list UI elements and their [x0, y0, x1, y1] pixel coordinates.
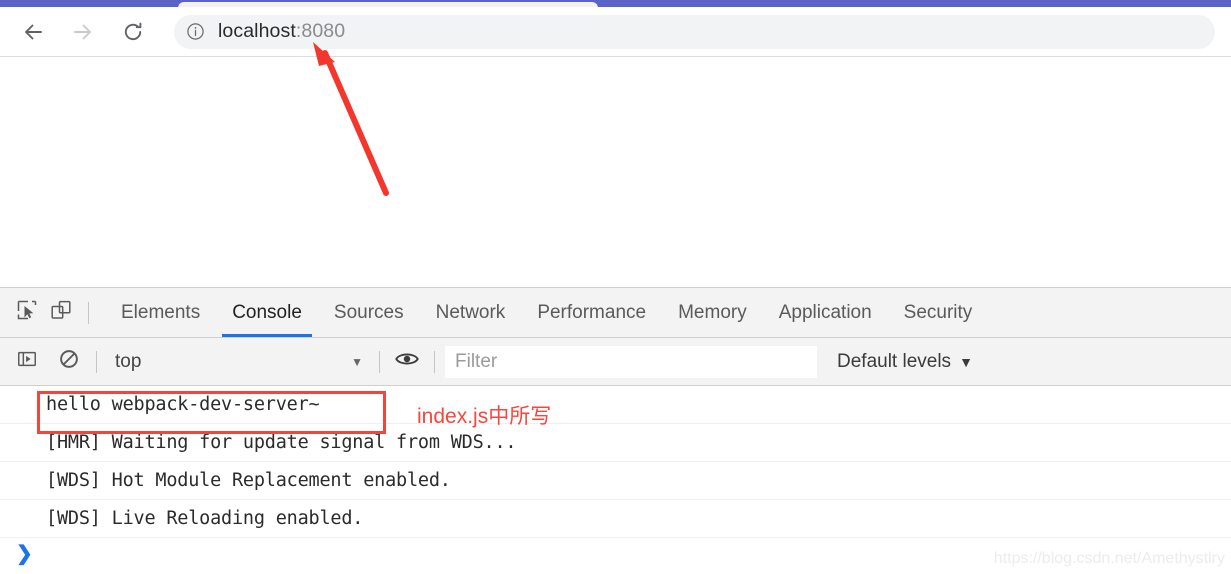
chevron-down-icon: ▼: [959, 353, 973, 370]
console-message-row[interactable]: [WDS] Hot Module Replacement enabled.: [0, 462, 1231, 500]
tab-security[interactable]: Security: [888, 288, 989, 337]
tab-sources[interactable]: Sources: [318, 288, 420, 337]
device-toolbar-button[interactable]: [44, 296, 78, 330]
console-message-row[interactable]: [HMR] Waiting for update signal from WDS…: [0, 424, 1231, 462]
tab-application[interactable]: Application: [763, 288, 888, 337]
devtools-tab-list: Elements Console Sources Network Perform…: [105, 288, 988, 337]
console-message-row[interactable]: [WDS] Live Reloading enabled.: [0, 500, 1231, 538]
back-arrow-icon: [21, 20, 45, 44]
watermark-text: https://blog.csdn.net/Amethystlry: [993, 550, 1225, 567]
log-levels-label: Default levels: [837, 350, 952, 372]
inspect-element-icon: [15, 298, 39, 327]
tab-label: Performance: [537, 301, 647, 323]
prompt-chevron-icon: ❯: [16, 543, 33, 565]
info-circle-icon[interactable]: [186, 22, 205, 41]
browser-tabstrip: [0, 0, 1231, 8]
forward-arrow-icon: [71, 20, 95, 44]
console-sidebar-icon: [16, 348, 38, 375]
console-message-list: hello webpack-dev-server~ [HMR] Waiting …: [0, 386, 1231, 570]
url-port: :8080: [295, 20, 346, 42]
device-toolbar-icon: [49, 298, 73, 327]
devtools-tabbar: Elements Console Sources Network Perform…: [0, 288, 1231, 338]
address-bar[interactable]: localhost:8080: [174, 14, 1215, 49]
tab-network[interactable]: Network: [420, 288, 522, 337]
console-message-text: [WDS] Live Reloading enabled.: [46, 508, 364, 529]
console-message-row[interactable]: hello webpack-dev-server~: [0, 386, 1231, 424]
annotation-note-text: index.js中所写: [417, 405, 552, 428]
tab-label: Memory: [678, 301, 747, 323]
console-sidebar-button[interactable]: [10, 345, 44, 379]
chevron-down-icon: ▼: [351, 354, 363, 369]
console-message-text: [HMR] Waiting for update signal from WDS…: [46, 432, 517, 453]
address-bar-url: localhost:8080: [218, 20, 345, 43]
forward-button[interactable]: [64, 13, 102, 51]
tab-label: Elements: [121, 301, 201, 323]
url-host: localhost: [218, 20, 296, 42]
tab-console[interactable]: Console: [216, 288, 318, 337]
execution-context-selector[interactable]: top ▼: [107, 346, 369, 378]
log-levels-selector[interactable]: Default levels ▼: [837, 351, 973, 373]
live-expression-button[interactable]: [390, 345, 424, 379]
execution-context-label: top: [115, 350, 142, 372]
toolbar-divider: [96, 350, 97, 373]
reload-button[interactable]: [114, 13, 152, 51]
devtools-panel: Elements Console Sources Network Perform…: [0, 287, 1231, 574]
tab-label: Sources: [333, 301, 404, 323]
console-message-text: hello webpack-dev-server~: [46, 394, 320, 415]
clear-console-icon: [58, 348, 80, 375]
reload-icon: [121, 20, 145, 44]
tab-label: Security: [903, 301, 973, 323]
inspect-element-button[interactable]: [10, 296, 44, 330]
toolbar-divider: [434, 350, 435, 373]
console-message-text: [WDS] Hot Module Replacement enabled.: [46, 470, 451, 491]
toolbar-divider: [379, 350, 380, 373]
tab-memory[interactable]: Memory: [662, 288, 763, 337]
tab-label: Network: [435, 301, 506, 323]
toolbar-divider: [88, 301, 89, 324]
clear-console-button[interactable]: [52, 345, 86, 379]
page-viewport[interactable]: [0, 57, 1231, 287]
live-expression-eye-icon: [395, 349, 419, 374]
back-button[interactable]: [14, 13, 52, 51]
console-filter-input[interactable]: [445, 345, 817, 378]
console-toolbar: top ▼ Default levels ▼: [0, 338, 1231, 386]
browser-navigation-bar: localhost:8080: [0, 7, 1231, 57]
tab-label: Console: [232, 301, 302, 323]
tab-label: Application: [778, 301, 872, 323]
browser-window: localhost:8080 Elements Console Sources …: [0, 0, 1231, 574]
tab-elements[interactable]: Elements: [105, 288, 216, 337]
tab-performance[interactable]: Performance: [521, 288, 662, 337]
